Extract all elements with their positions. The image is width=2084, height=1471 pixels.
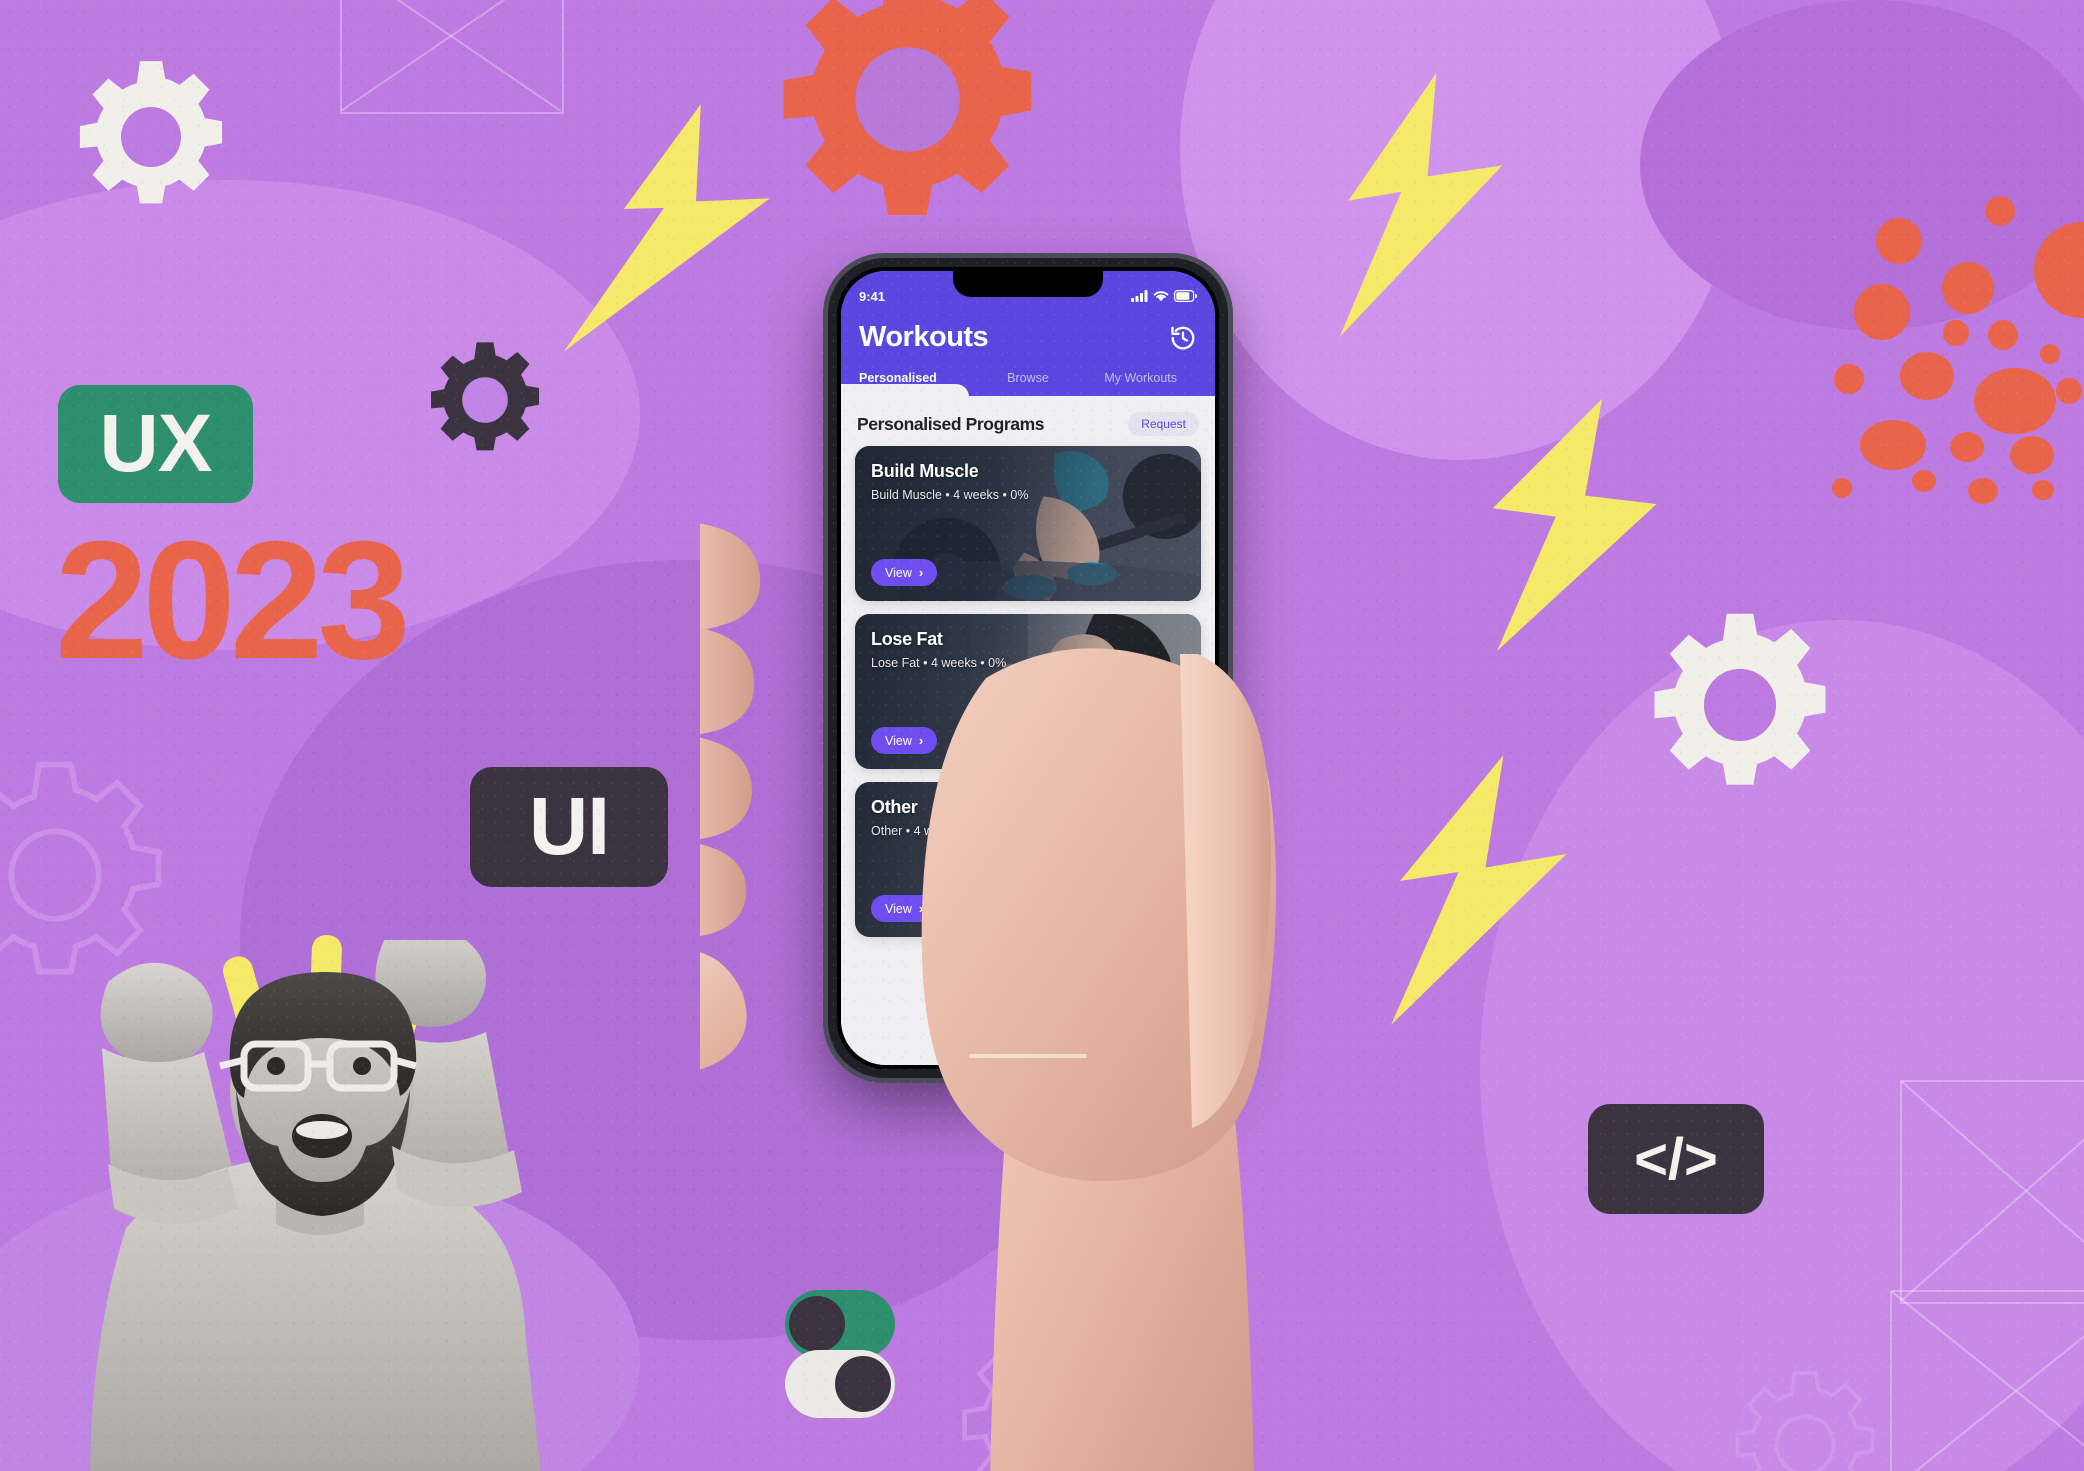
orange-dot [1988, 320, 2018, 350]
orange-dot [1876, 218, 1922, 264]
lightning-bolt-icon [1455, 390, 1665, 660]
code-badge: </> [1588, 1104, 1764, 1214]
phone-notch [953, 271, 1103, 297]
orange-dot [1860, 420, 1926, 470]
code-badge-label: </> [1634, 1126, 1718, 1192]
status-bar-icons [1131, 290, 1197, 302]
orange-dot [1832, 478, 1852, 498]
orange-dot [1900, 352, 1954, 400]
tab-bar: Personalised Browse My Workouts [841, 371, 1197, 397]
lightning-bolt-icon [1300, 70, 1520, 340]
tab-browse[interactable]: Browse [972, 371, 1085, 396]
wifi-icon [1153, 291, 1169, 302]
gear-icon [425, 340, 545, 460]
year-label: 2023 [55, 506, 411, 694]
tab-my-workouts[interactable]: My Workouts [1084, 371, 1197, 396]
orange-dot [1985, 196, 2015, 226]
ui-badge-label: UI [529, 781, 610, 872]
home-indicator [969, 1054, 1087, 1058]
wireframe-rect [1890, 1290, 2084, 1471]
lightning-bolt-icon [555, 95, 775, 370]
ux-badge-label: UX [99, 398, 213, 489]
wireframe-rect [1900, 1080, 2084, 1304]
gear-icon [72, 58, 230, 216]
orange-dot [1968, 478, 1998, 504]
battery-icon [1174, 290, 1197, 302]
section-header: Personalised Programs Request [855, 396, 1201, 446]
request-button[interactable]: Request [1128, 412, 1199, 436]
cheering-man-photo [30, 940, 770, 1471]
hand-photo-front [700, 440, 1460, 1471]
orange-dot [2056, 378, 2082, 404]
orange-dot [1974, 368, 2056, 434]
ui-badge: UI [470, 767, 668, 887]
orange-dot [2010, 436, 2054, 474]
poster-stage: UX 2023 UI </> 9:41 Workouts Personalise… [0, 0, 2084, 1471]
orange-dot [2040, 344, 2060, 364]
ux-badge: UX [58, 385, 253, 503]
status-bar-time: 9:41 [859, 288, 886, 304]
orange-dot [1854, 284, 1910, 340]
orange-dot [1950, 432, 1984, 462]
orange-dot [1943, 320, 1969, 346]
section-title: Personalised Programs [857, 413, 1045, 434]
orange-dot [1942, 262, 1994, 314]
orange-dot [1834, 364, 1864, 394]
wireframe-rect [340, 0, 564, 114]
gear-icon [1645, 610, 1835, 800]
history-icon[interactable] [1169, 324, 1197, 352]
gear-icon [770, 0, 1045, 237]
bg-blob [1640, 0, 2084, 330]
active-tab-indicator [841, 384, 969, 397]
page-title: Workouts [859, 321, 989, 353]
app-title-row: Workouts [859, 321, 1197, 354]
cellular-signal-icon [1131, 290, 1148, 302]
orange-dot [2032, 480, 2054, 500]
gear-icon [1730, 1370, 1880, 1471]
orange-dot [1912, 470, 1936, 492]
